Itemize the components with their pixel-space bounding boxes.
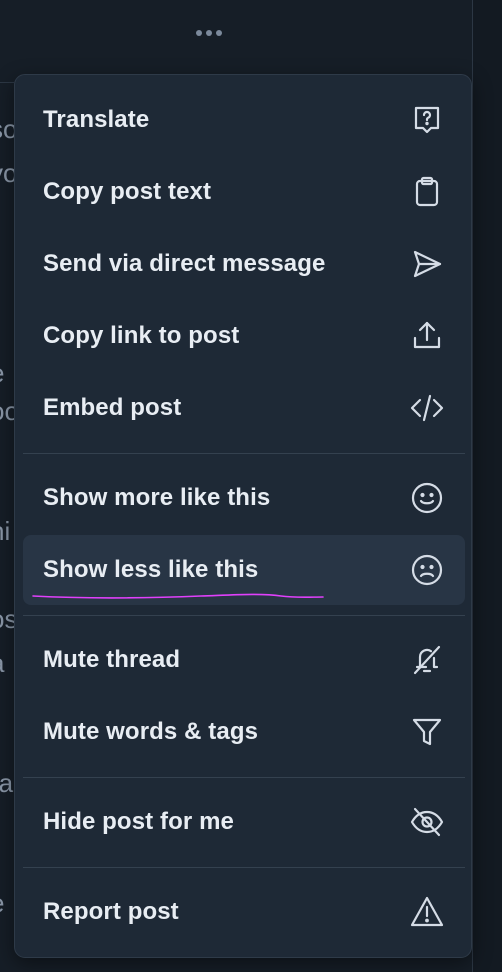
menu-item-label: Hide post for me (43, 808, 234, 835)
code-icon (409, 390, 445, 426)
menu-item-copy-link-to-post[interactable]: Copy link to post (23, 301, 465, 371)
menu-item-embed-post[interactable]: Embed post (23, 373, 465, 443)
background-text-fragment: ra (0, 768, 14, 798)
menu-separator (23, 453, 465, 454)
menu-item-label: Translate (43, 106, 150, 133)
background-text-fragment: os (0, 604, 14, 634)
menu-item-label: Copy link to post (43, 322, 240, 349)
filter-icon (409, 714, 445, 750)
post-divider (0, 82, 14, 83)
eye-off-icon (409, 804, 445, 840)
menu-item-hide-post-for-me[interactable]: Hide post for me (23, 787, 465, 857)
share-icon (409, 318, 445, 354)
translate-icon (409, 102, 445, 138)
warning-icon (409, 894, 445, 930)
menu-item-label: Show more like this (43, 484, 271, 511)
menu-item-label: Copy post text (43, 178, 212, 205)
menu-separator (23, 615, 465, 616)
background-text-fragment: a (0, 648, 14, 678)
menu-item-mute-words-tags[interactable]: Mute words & tags (23, 697, 465, 767)
menu-item-label: Show less like this (43, 556, 259, 583)
menu-item-label: Report post (43, 898, 179, 925)
background-text-fragment: so (0, 114, 14, 144)
menu-item-copy-post-text[interactable]: Copy post text (23, 157, 465, 227)
menu-item-label: Mute words & tags (43, 718, 259, 745)
background-text-fragment: ni (0, 516, 11, 546)
background-text-fragment: yo (0, 158, 14, 188)
smile-icon (409, 480, 445, 516)
menu-item-show-more-like-this[interactable]: Show more like this (23, 463, 465, 533)
background-text-fragment: oo (0, 396, 14, 426)
menu-item-report-post[interactable]: Report post (23, 877, 465, 947)
menu-item-label: Send via direct message (43, 250, 326, 277)
post-options-menu: Translate Copy post text Send via direct… (14, 74, 472, 958)
menu-item-mute-thread[interactable]: Mute thread (23, 625, 465, 695)
bell-off-icon (409, 642, 445, 678)
background-text-fragment: e (0, 888, 14, 918)
menu-item-send-via-direct-message[interactable]: Send via direct message (23, 229, 465, 299)
send-icon (409, 246, 445, 282)
clipboard-icon (409, 174, 445, 210)
background-text-fragment: e (0, 358, 14, 388)
menu-item-label: Mute thread (43, 646, 181, 673)
right-column (473, 0, 502, 972)
menu-separator (23, 867, 465, 868)
menu-item-show-less-like-this[interactable]: Show less like this (23, 535, 465, 605)
frown-icon (409, 552, 445, 588)
more-options-icon[interactable] (196, 30, 222, 36)
menu-separator (23, 777, 465, 778)
menu-item-label: Embed post (43, 394, 182, 421)
menu-item-translate[interactable]: Translate (23, 85, 465, 155)
